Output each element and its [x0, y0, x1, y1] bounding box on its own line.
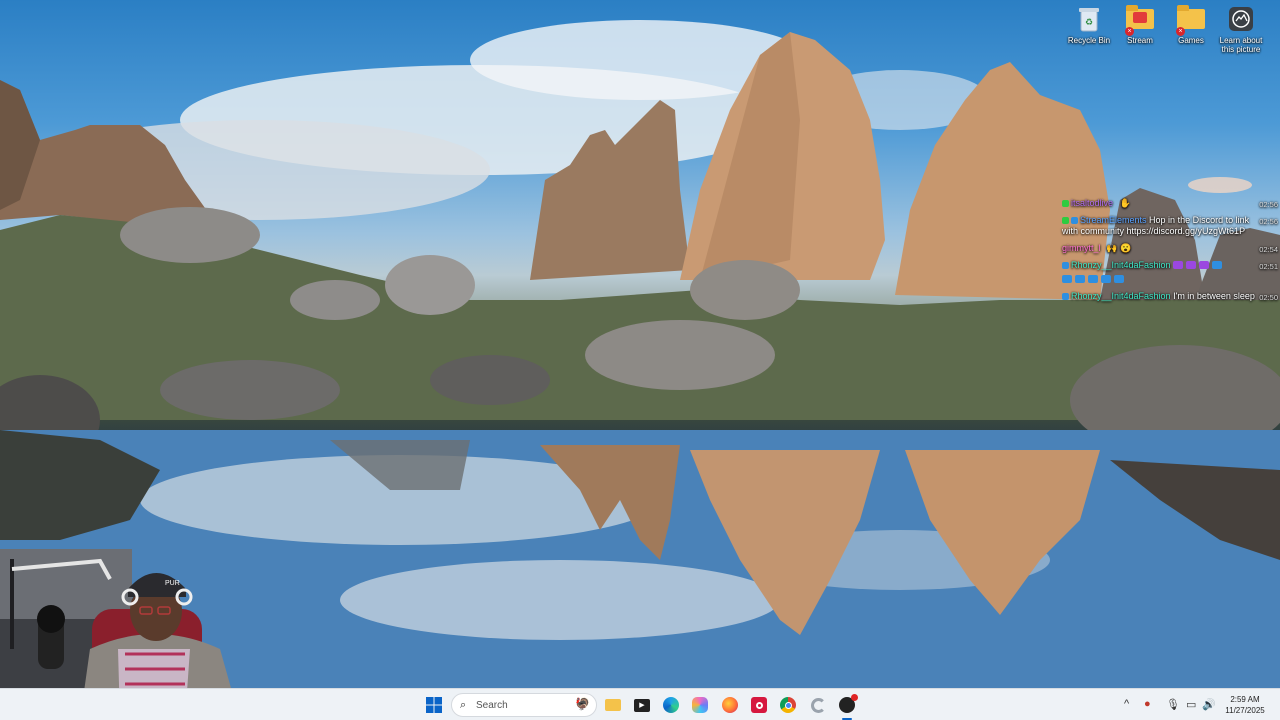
firefox-icon	[722, 697, 738, 713]
tray-app-icon[interactable]: ●	[1144, 698, 1151, 710]
refresh-icon	[810, 697, 826, 713]
chat-username: itsaltodlive	[1071, 198, 1114, 208]
spotlight-icon	[1226, 4, 1256, 34]
emote-icon	[1173, 261, 1184, 269]
chat-timestamp: 02:54	[1259, 245, 1278, 254]
taskbar-copilot[interactable]	[690, 695, 710, 715]
search-placeholder: Search	[476, 699, 508, 711]
search-icon: ⌕	[460, 698, 467, 711]
taskbar-file-explorer[interactable]	[603, 695, 623, 715]
obs-icon	[839, 694, 858, 713]
tray-overflow-chevron-icon[interactable]: ^	[1124, 698, 1129, 710]
emote-icon: 🙌	[1106, 243, 1118, 253]
emote-icon	[1062, 275, 1072, 283]
error-badge-icon: ×	[1176, 27, 1185, 36]
chat-message: StreamElements Hop in the Discord to lin…	[1062, 215, 1278, 237]
emote-icon	[1075, 275, 1085, 283]
games-folder-icon: ×	[1176, 4, 1206, 36]
chat-message: Rhonzy__Init4daFashion I'm in between sl…	[1062, 291, 1278, 302]
desktop-icon-stream[interactable]: × Stream	[1113, 4, 1167, 45]
chat-timestamp: 02:51	[1259, 262, 1278, 271]
taskbar-chrome[interactable]	[778, 695, 798, 715]
chat-username: gimmytt_l	[1062, 243, 1101, 253]
desktop-icon-learn-about-picture[interactable]: Learn about this picture	[1214, 4, 1268, 54]
emote-icon	[1186, 261, 1197, 269]
desktop-icon-recycle-bin[interactable]: ♻ Recycle Bin	[1062, 4, 1116, 45]
chat-message: Rhonzy__Init4daFashion 02:51	[1062, 260, 1278, 285]
bot-badge-icon	[1071, 217, 1078, 224]
emote-icon	[1101, 275, 1111, 283]
taskbar-media-player[interactable]: ▶	[632, 695, 652, 715]
taskbar-refresh-app[interactable]	[808, 695, 828, 715]
windows-start-icon	[426, 697, 442, 713]
media-player-icon: ▶	[634, 698, 650, 712]
emote-icon	[1199, 261, 1210, 269]
clock-time: 2:59 AM	[1230, 695, 1260, 704]
user-badge-icon	[1062, 200, 1069, 207]
svg-text:PUR: PUR	[165, 580, 180, 587]
chat-message: gimmytt_l 🙌 😮 02:54	[1062, 243, 1278, 254]
user-badge-icon	[1062, 293, 1069, 300]
user-badge-icon	[1062, 262, 1069, 269]
hand-emote-icon: ✋	[1119, 198, 1131, 208]
app-red-icon	[751, 697, 767, 713]
chrome-icon	[780, 697, 796, 713]
emote-icon: 😮	[1120, 243, 1132, 253]
stream-folder-icon: ×	[1125, 4, 1155, 36]
microphone-icon[interactable]: 🎙	[1166, 698, 1180, 711]
clock-date: 11/27/2025	[1225, 706, 1265, 715]
error-badge-icon: ×	[1125, 27, 1134, 36]
file-explorer-icon	[605, 699, 621, 711]
edge-icon	[663, 697, 679, 713]
chat-timestamp: 02:50	[1259, 293, 1278, 302]
start-button[interactable]	[424, 695, 444, 715]
emote-icon	[1114, 275, 1124, 283]
chat-username: StreamElements	[1080, 215, 1147, 225]
desktop-icon-label: Learn about this picture	[1219, 36, 1263, 54]
desktop-icon-games[interactable]: × Games	[1164, 4, 1218, 45]
copilot-icon	[692, 697, 708, 713]
search-highlight-icon: 🦃	[575, 697, 590, 711]
chat-text: I'm in between sleep	[1173, 291, 1255, 301]
taskbar-app-red[interactable]	[749, 695, 769, 715]
user-badge-icon	[1062, 217, 1069, 224]
taskbar-search-box[interactable]: ⌕ Search 🦃	[451, 693, 597, 717]
chat-username: Rhonzy__Init4daFashion	[1071, 260, 1171, 270]
recycle-bin-icon: ♻	[1074, 4, 1104, 34]
desktop-icon-label: Stream	[1127, 36, 1153, 45]
taskbar: ⌕ Search 🦃 ▶ ^ ● 🎙 ▭ 🔊 2:59 AM 11/27/202…	[0, 688, 1280, 720]
taskbar-edge[interactable]	[661, 695, 681, 715]
network-icon[interactable]: ▭	[1186, 698, 1196, 711]
chat-message: itsaltodlive ✋ 02:56	[1062, 198, 1278, 209]
volume-icon[interactable]: 🔊	[1202, 698, 1216, 711]
svg-text:♻: ♻	[1085, 17, 1093, 27]
emote-icon	[1088, 275, 1098, 283]
chat-timestamp: 02:56	[1259, 200, 1278, 209]
desktop-icon-label: Games	[1178, 36, 1204, 45]
emote-icon	[1212, 261, 1223, 269]
chat-timestamp: 02:56	[1259, 217, 1278, 226]
stream-chat-overlay: itsaltodlive ✋ 02:56 StreamElements Hop …	[1062, 198, 1278, 308]
taskbar-firefox[interactable]	[720, 695, 740, 715]
chat-username: Rhonzy__Init4daFashion	[1071, 291, 1171, 301]
desktop-icon-label: Recycle Bin	[1067, 36, 1111, 45]
taskbar-clock[interactable]: 2:59 AM 11/27/2025	[1220, 694, 1270, 716]
taskbar-obs[interactable]	[837, 694, 858, 720]
